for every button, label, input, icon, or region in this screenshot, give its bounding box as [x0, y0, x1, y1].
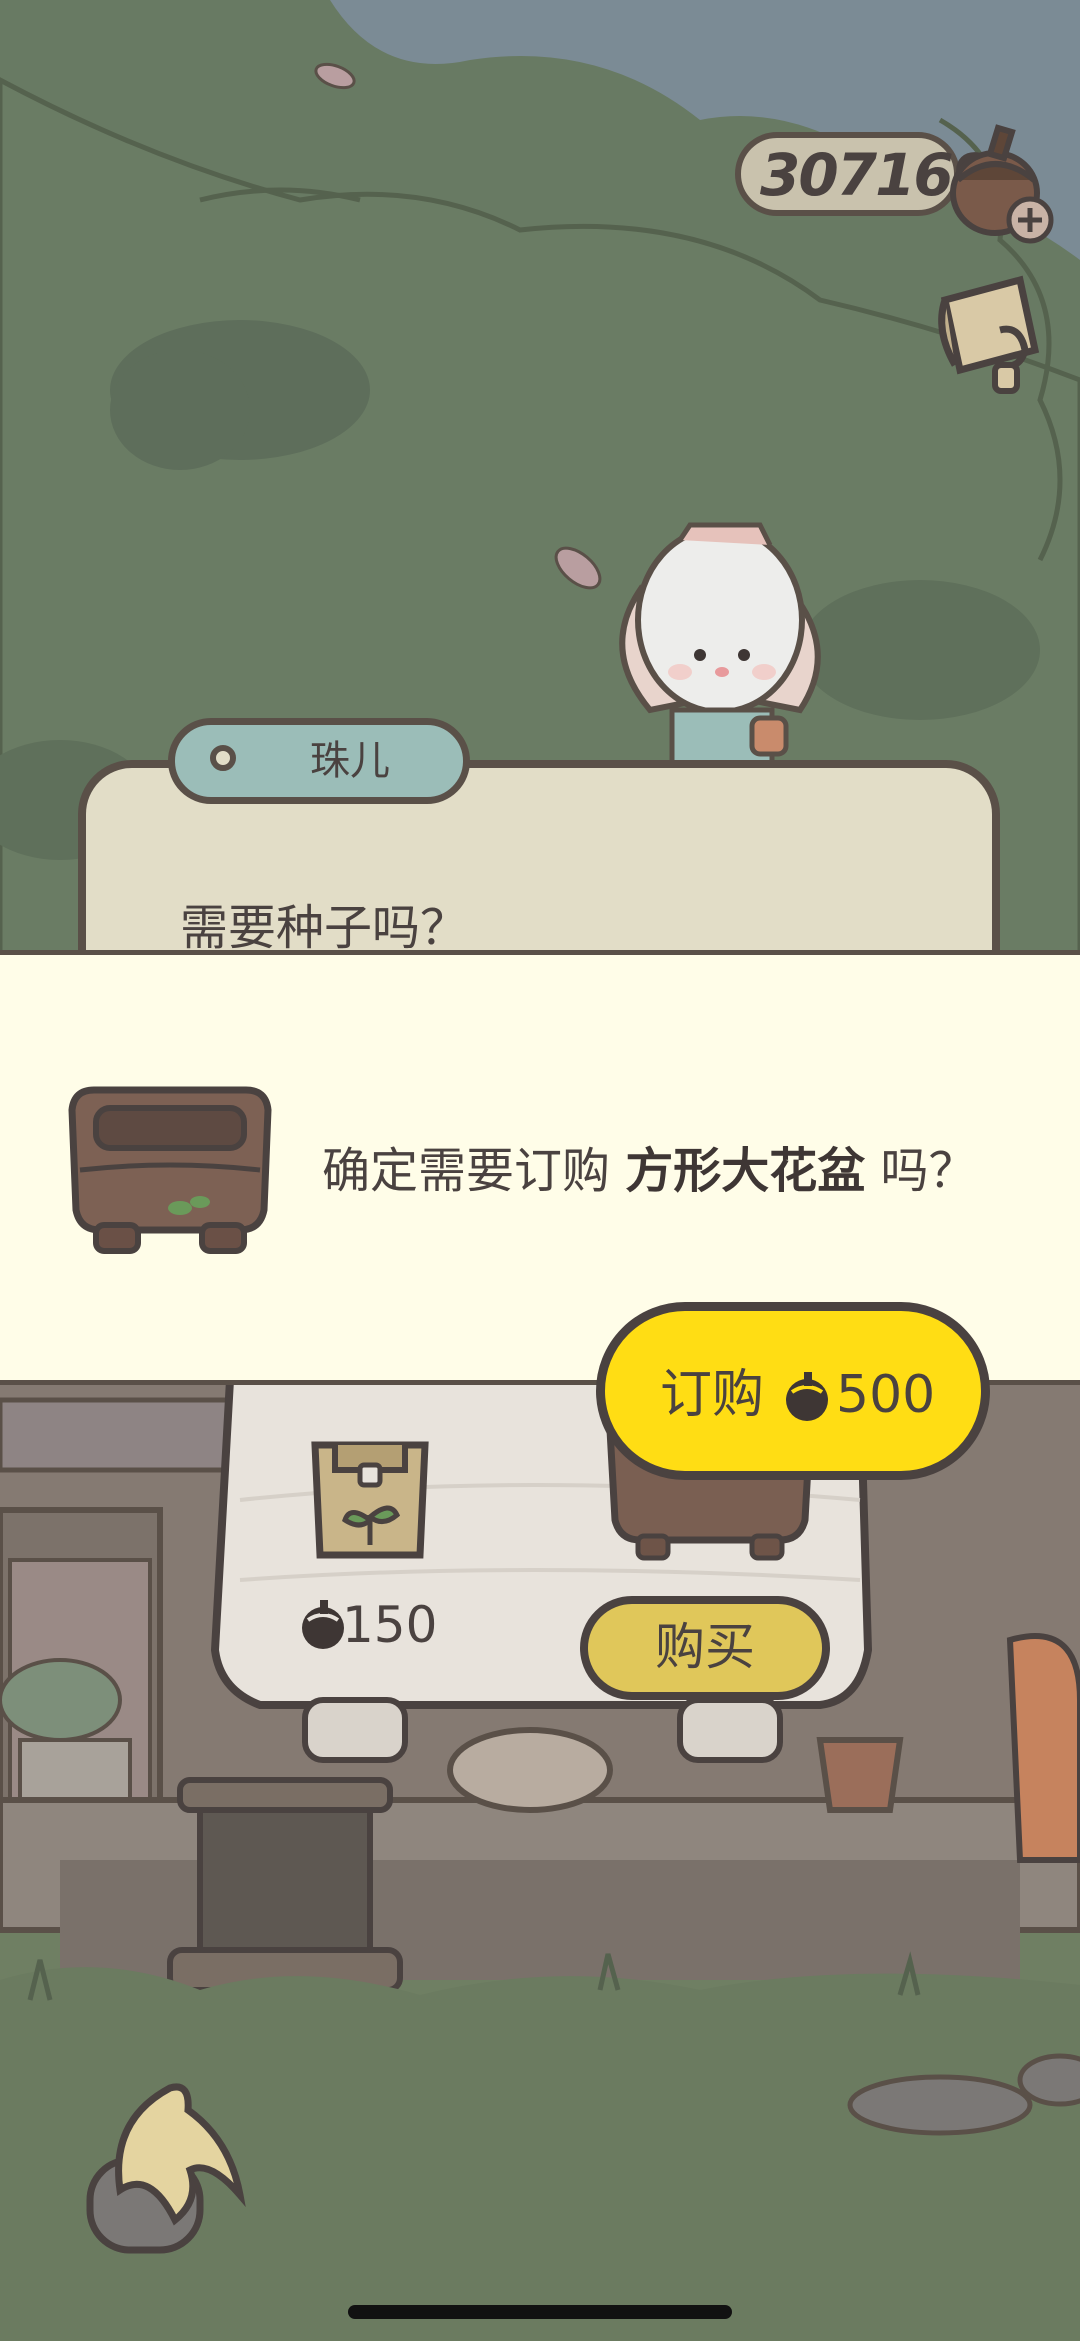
order-button-label: 订购: [660, 1365, 765, 1425]
back-arrow-icon[interactable]: [80, 2080, 255, 2260]
buy-button-label: 购买: [655, 1618, 755, 1676]
confirm-item-name: 方形大花盆: [625, 1143, 866, 1199]
home-indicator[interactable]: [348, 2305, 732, 2319]
acorn-count: 307169: [760, 141, 992, 209]
seed-bag-icon[interactable]: [305, 1425, 435, 1565]
confirm-prefix: 确定需要订购: [322, 1143, 626, 1199]
square-flower-pot-icon: [68, 1086, 272, 1254]
confirm-question: 确定需要订购 方形大花盆 吗？: [322, 1135, 1042, 1207]
acorn-icon: [786, 1372, 828, 1421]
plus-icon[interactable]: [1005, 195, 1055, 245]
confirm-suffix: 吗？: [865, 1143, 977, 1199]
order-price: 500: [836, 1365, 936, 1425]
acorn-icon: [302, 1600, 344, 1649]
mail-icon[interactable]: [925, 270, 1055, 395]
name-tag-dot-icon: [210, 745, 236, 771]
dialog-text: 需要种子吗？: [180, 900, 469, 956]
seed-bag-price: 150: [342, 1596, 438, 1654]
npc-name: 珠儿: [310, 738, 390, 784]
